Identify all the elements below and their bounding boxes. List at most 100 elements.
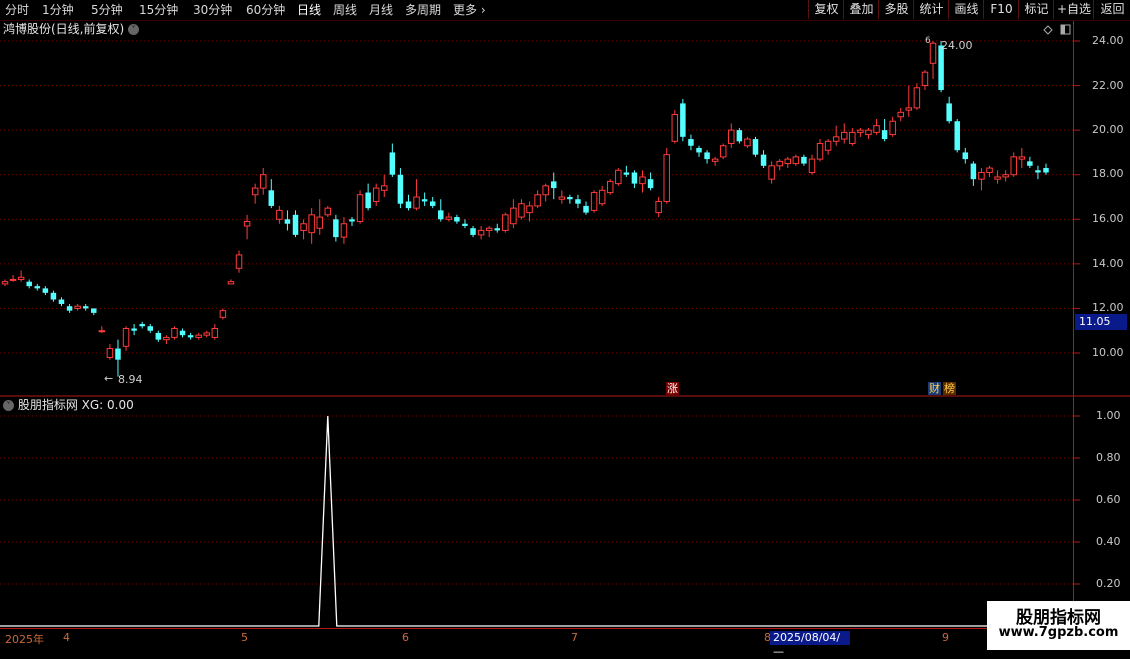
candle-body-down (946, 103, 952, 122)
candle-body-up (372, 187, 380, 202)
candle-body-down (349, 219, 355, 222)
xg-indicator-series (0, 415, 1073, 627)
candle-body-up (195, 334, 202, 338)
candle-body-up (243, 221, 251, 227)
candle-body-down (26, 281, 32, 287)
candle-body-down (50, 292, 57, 300)
candle-body-up (235, 254, 243, 269)
candle-body-up (251, 187, 259, 196)
x-label-jul: 7 (571, 631, 578, 644)
candle-body-up (203, 332, 210, 336)
candle-body-down (470, 228, 476, 235)
candle-body-up (655, 200, 662, 214)
candle-body-up (598, 189, 606, 205)
candle-body-up (711, 158, 719, 162)
candle-body-up (163, 336, 170, 341)
candle-body-down (623, 172, 630, 175)
candle-body-down (389, 152, 396, 175)
indicator-tick-1: 1.00 (1096, 409, 1121, 422)
candle-body-up (98, 330, 106, 333)
candle-body-down (494, 228, 500, 231)
candle-body-up (994, 176, 1001, 180)
price-tick-20: 20.00 (1092, 123, 1124, 136)
diamond-icon[interactable] (1043, 25, 1053, 35)
candle-body-up (1010, 156, 1017, 176)
candle-body-up (832, 136, 840, 142)
x-label-jun: 6 (402, 631, 409, 644)
candle-body-up (510, 207, 517, 225)
candle-body-down (575, 199, 581, 204)
candle-body-down (688, 139, 694, 146)
current-price-badge: 11.05 (1075, 314, 1127, 330)
candle-body-up (978, 171, 985, 180)
candle-body-down (131, 328, 137, 331)
kline-chart[interactable] (0, 0, 1130, 650)
price-tick-24: 24.00 (1092, 34, 1124, 47)
candle-body-up (784, 158, 792, 165)
candle-body-up (728, 129, 735, 145)
candle-body-up (259, 174, 267, 189)
candle-body-down (139, 324, 145, 327)
candle-body-up (639, 176, 646, 185)
panel-toggle-icon[interactable] (1060, 24, 1071, 35)
candle-body-down (421, 199, 428, 202)
candle-body-down (292, 214, 299, 235)
candle-body-up (171, 327, 178, 338)
candle-body-up (485, 227, 493, 231)
ranking-tag[interactable]: 榜 (943, 382, 956, 395)
candle-body-down (34, 286, 41, 289)
candle-body-down (696, 147, 702, 153)
candle-body-up (865, 129, 872, 136)
candle-body-down (881, 130, 888, 140)
candle-body-down (760, 154, 767, 166)
x-label-year: 2025年 (5, 633, 44, 646)
candle-body-down (801, 156, 807, 164)
candle-body-up (542, 185, 549, 196)
candle-body-up (921, 71, 929, 87)
candle-body-down (268, 190, 275, 206)
candle-body-up (324, 207, 332, 216)
candle-body-down (631, 172, 638, 184)
candle-body-up (122, 327, 130, 347)
axis-tick-marks (1073, 40, 1080, 585)
candle-body-up (905, 107, 913, 111)
candle-body-up (356, 194, 364, 223)
candle-body-down (179, 330, 186, 336)
candle-body-down (58, 299, 65, 304)
watermark: 股朋指标网 www.7gpzb.com (987, 601, 1130, 650)
candle-body-up (413, 196, 420, 209)
x-label-apr: 4 (63, 631, 70, 644)
candle-body-down (429, 201, 436, 206)
candle-body-up (526, 205, 533, 214)
candle-body-down (551, 181, 557, 189)
candle-body-up (849, 131, 856, 145)
candle-body-down (567, 197, 573, 200)
candle-body-up (1, 281, 9, 285)
candle-body-down (1035, 170, 1041, 173)
price-tick-22: 22.00 (1092, 79, 1124, 92)
indicator-tick-0-2: 0.20 (1096, 577, 1121, 590)
candle-body-up (340, 223, 348, 238)
candle-body-down (91, 308, 97, 313)
candle-body-up (276, 209, 283, 220)
candle-body-up (768, 165, 775, 180)
candle-body-down (397, 174, 404, 204)
candle-body-down (438, 210, 444, 220)
low-arrow-icon: ← (104, 372, 114, 385)
limit-up-tag[interactable]: 涨 (666, 382, 679, 395)
candle-body-down (736, 130, 743, 142)
price-tick-14: 14.00 (1092, 257, 1124, 270)
candle-body-up (776, 160, 783, 167)
price-tick-18: 18.00 (1092, 167, 1124, 180)
grid-lines (0, 40, 1073, 585)
candle-body-up (381, 185, 388, 191)
candle-body-up (9, 278, 17, 281)
candle-body-down (938, 45, 944, 91)
finance-tag[interactable]: 财 (928, 382, 941, 395)
candle-body-up (445, 216, 453, 220)
watermark-url: www.7gpzb.com (998, 625, 1119, 640)
price-tick-10: 10.00 (1092, 346, 1124, 359)
candle-body-up (17, 276, 25, 280)
candle-body-down (454, 217, 460, 222)
candle-body-down (155, 332, 162, 340)
